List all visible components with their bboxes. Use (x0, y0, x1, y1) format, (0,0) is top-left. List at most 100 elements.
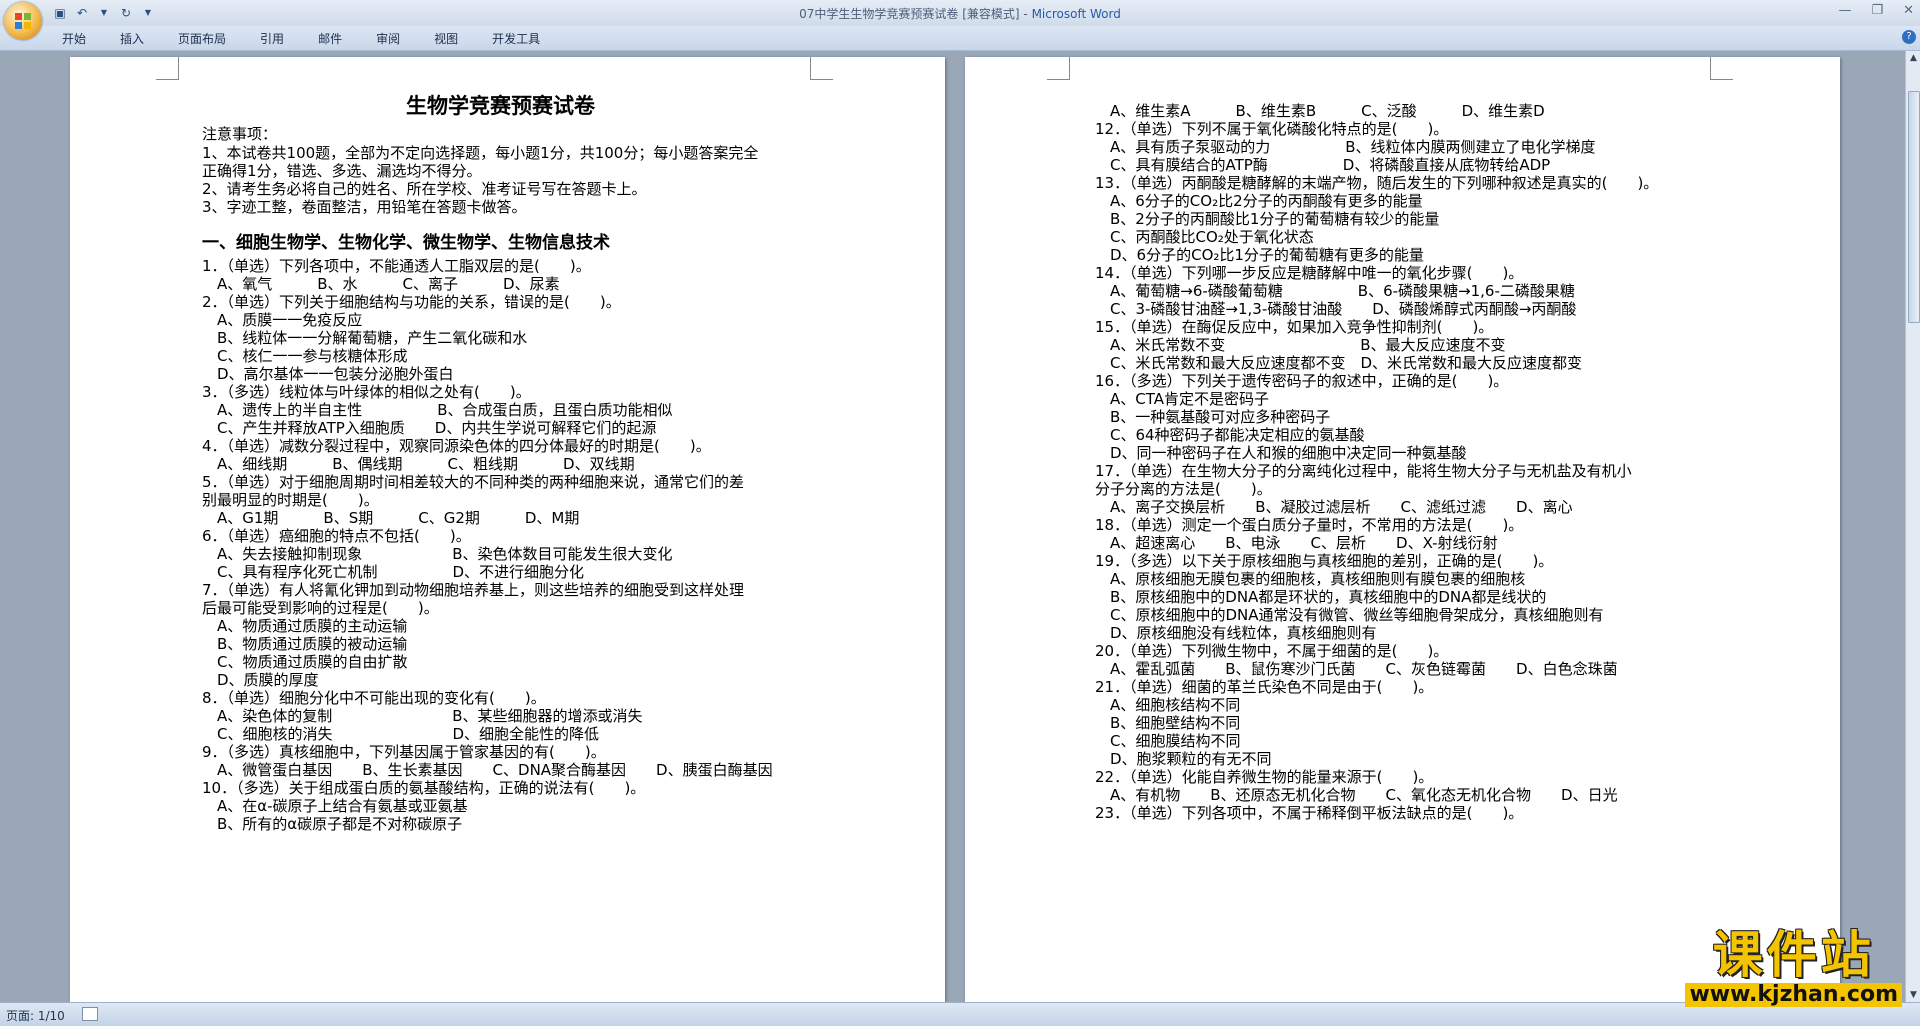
text-line: A、离子交换层析 B、凝胶过滤层析 C、滤纸过滤 D、离心 (1110, 498, 1573, 516)
text-line: 3．（多选）线粒体与叶绿体的相似之处有( )。 (202, 383, 531, 401)
text-line: 2．（单选）下列关于细胞结构与功能的关系，错误的是( )。 (202, 293, 621, 311)
tab-insert[interactable]: 插入 (120, 30, 144, 47)
text-line: 8．（单选）细胞分化中不可能出现的变化有( )。 (202, 689, 546, 707)
text-line: B、物质通过质膜的被动运输 (217, 635, 408, 653)
text-line: C、丙酮酸比CO₂处于氧化状态 (1110, 228, 1314, 246)
text-line: 1．（单选）下列各项中，不能通透人工脂双层的是( )。 (202, 257, 591, 275)
text-line: 13．（单选）丙酮酸是糖酵解的末端产物，随后发生的下列哪种叙述是真实的( )。 (1095, 174, 1659, 192)
text-line: A、具有质子泵驱动的力 B、线粒体内膜两侧建立了电化学梯度 (1110, 138, 1596, 156)
tab-home[interactable]: 开始 (62, 30, 86, 47)
text-line: 7．（单选）有人将氰化钾加到动物细胞培养基上，则这些培养的细胞受到这样处理 (202, 581, 745, 599)
text-line: A、CTA肯定不是密码子 (1110, 390, 1269, 408)
text-line: B、所有的α碳原子都是不对称碳原子 (217, 815, 463, 833)
text-line: 后最可能受到影响的过程是( )。 (202, 599, 439, 617)
text-line: 21．（单选）细菌的革兰氏染色不同是由于( )。 (1095, 678, 1434, 696)
ribbon: 开始 插入 页面布局 引用 邮件 审阅 视图 开发工具 ? (0, 26, 1920, 51)
watermark-text: 课件站 (1712, 925, 1875, 984)
text-line: 4．（单选）减数分裂过程中，观察同源染色体的四分体最好的时期是( )。 (202, 437, 711, 455)
tab-page-layout[interactable]: 页面布局 (178, 30, 226, 47)
tab-developer[interactable]: 开发工具 (492, 30, 540, 47)
text-line: A、原核细胞无膜包裹的细胞核，真核细胞则有膜包裹的细胞核 (1110, 570, 1526, 588)
text-line: D、原核细胞没有线粒体，真核细胞则有 (1110, 624, 1377, 642)
text-line: C、具有膜结合的ATP酶 D、将磷酸直接从底物转给ADP (1110, 156, 1551, 174)
text-line: 20．（单选）下列微生物中，不属于细菌的是( )。 (1095, 642, 1449, 660)
document-page-2[interactable]: A、维生素A B、维生素B C、泛酸 D、维生素D 12．（单选）下列不属于氧化磷… (965, 57, 1840, 1002)
margin-corner-top-right (810, 57, 833, 80)
tab-review[interactable]: 审阅 (376, 30, 400, 47)
margin-corner-top-right (1710, 57, 1733, 80)
window-controls: — ❐ ✕ (1838, 3, 1914, 18)
text-line: 2、请考生务必将自己的姓名、所在学校、准考证号写在答题卡上。 (202, 180, 647, 198)
text-line: 18．（单选）测定一个蛋白质分子量时，不常用的方法是( )。 (1095, 516, 1524, 534)
watermark-url: www.kjzhan.com (1685, 983, 1902, 1007)
office-logo-icon (15, 13, 31, 29)
office-button[interactable] (4, 2, 42, 40)
watermark-logo: 课件站 www.kjzhan.com (1685, 927, 1902, 1007)
text-line: 6．（单选）癌细胞的特点不包括( )。 (202, 527, 471, 545)
document-title: 07中学生生物学竞赛预赛试卷 [兼容模式] - (799, 7, 1032, 21)
text-line: B、线粒体一一分解葡萄糖，产生二氧化碳和水 (217, 329, 528, 347)
text-line: A、G1期 B、S期 C、G2期 D、M期 (217, 509, 580, 527)
text-line: A、氧气 B、水 C、离子 D、尿素 (217, 275, 560, 293)
scroll-thumb[interactable] (1908, 91, 1920, 323)
text-line: 一、细胞生物学、生物化学、微生物学、生物信息技术 (202, 233, 610, 253)
text-line: A、有机物 B、还原态无机化合物 C、氧化态无机化合物 D、日光 (1110, 786, 1618, 804)
window-title: 07中学生生物学竞赛预赛试卷 [兼容模式] - Microsoft Word (0, 5, 1920, 22)
status-bar: 页面: 1/10 (0, 1002, 1920, 1026)
maximize-icon[interactable]: ❐ (1871, 3, 1883, 18)
text-line: A、细线期 B、偶线期 C、粗线期 D、双线期 (217, 455, 635, 473)
text-line: 22．（单选）化能自养微生物的能量来源于( )。 (1095, 768, 1434, 786)
text-line: D、质膜的厚度 (217, 671, 319, 689)
text-line: 19．（多选）以下关于原核细胞与真核细胞的差别，正确的是( )。 (1095, 552, 1554, 570)
text-line: A、超速离心 B、电泳 C、层析 D、X-射线衍射 (1110, 534, 1498, 552)
text-line: 10．（多选）关于组成蛋白质的氨基酸结构，正确的说法有( )。 (202, 779, 646, 797)
proofing-icon[interactable] (82, 1007, 98, 1021)
tab-references[interactable]: 引用 (260, 30, 284, 47)
vertical-scrollbar[interactable]: ▲ ▼ (1905, 51, 1920, 1002)
scroll-down-icon[interactable]: ▼ (1906, 988, 1920, 1002)
text-line: A、物质通过质膜的主动运输 (217, 617, 408, 635)
text-line: C、原核细胞中的DNA通常没有微管、微丝等细胞骨架成分，真核细胞则有 (1110, 606, 1604, 624)
text-line: A、维生素A B、维生素B C、泛酸 D、维生素D (1110, 102, 1545, 120)
text-line: B、2分子的丙酮酸比1分子的葡萄糖有较少的能量 (1110, 210, 1440, 228)
text-line: C、产生并释放ATP入细胞质 D、内共生学说可解释它们的起源 (217, 419, 657, 437)
page-indicator[interactable]: 页面: 1/10 (6, 1007, 65, 1024)
app-name: Microsoft Word (1031, 7, 1121, 21)
text-line: A、质膜一一免疫反应 (217, 311, 363, 329)
scroll-up-icon[interactable]: ▲ (1906, 51, 1920, 65)
text-line: B、细胞壁结构不同 (1110, 714, 1241, 732)
text-line: C、细胞膜结构不同 (1110, 732, 1241, 750)
text-line: 3、字迹工整，卷面整洁，用铅笔在答题卡做答。 (202, 198, 527, 216)
text-line: 16．（多选）下列关于遗传密码子的叙述中，正确的是( )。 (1095, 372, 1509, 390)
text-line: D、6分子的CO₂比1分子的葡萄糖有更多的能量 (1110, 246, 1424, 264)
text-line: D、胞浆颗粒的有无不同 (1110, 750, 1272, 768)
text-line: 5．（单选）对于细胞周期时间相差较大的不同种类的两种细胞来说，通常它们的差 (202, 473, 745, 491)
tab-view[interactable]: 视图 (434, 30, 458, 47)
text-line: 正确得1分，错选、多选、漏选均不得分。 (202, 162, 482, 180)
margin-corner-top-left (1047, 57, 1070, 80)
text-line: 17．（单选）在生物大分子的分离纯化过程中，能将生物大分子与无机盐及有机小 (1095, 462, 1632, 480)
text-line: 14．（单选）下列哪一步反应是糖酵解中唯一的氧化步骤( )。 (1095, 264, 1524, 282)
title-bar: ▣ ↶ ▼ ↻ ▼ 07中学生生物学竞赛预赛试卷 [兼容模式] - Micros… (0, 0, 1920, 27)
ribbon-tabs: 开始 插入 页面布局 引用 邮件 审阅 视图 开发工具 (62, 30, 540, 47)
document-page-1[interactable]: 生物学竞赛预赛试卷注意事项： 1、本试卷共100题，全部为不定向选择题，每小题1分… (70, 57, 945, 1002)
close-icon[interactable]: ✕ (1903, 3, 1914, 18)
text-line: A、6分子的CO₂比2分子的丙酮酸有更多的能量 (1110, 192, 1423, 210)
margin-corner-top-left (156, 57, 179, 80)
help-icon[interactable]: ? (1902, 30, 1916, 44)
text-line: A、遗传上的半自主性 B、合成蛋白质，且蛋白质功能相似 (217, 401, 673, 419)
minimize-icon[interactable]: — (1838, 3, 1851, 18)
text-line: A、染色体的复制 B、某些细胞器的增添或消失 (217, 707, 643, 725)
text-line: C、米氏常数和最大反应速度都不变 D、米氏常数和最大反应速度都变 (1110, 354, 1583, 372)
text-line: 23．（单选）下列各项中，不属于稀释倒平板法缺点的是( )。 (1095, 804, 1524, 822)
text-line: 注意事项： (202, 125, 278, 143)
text-line: A、失去接触抑制现象 B、染色体数目可能发生很大变化 (217, 545, 673, 563)
text-line: 1、本试卷共100题，全部为不定向选择题，每小题1分，共100分；每小题答案完全 (202, 144, 759, 162)
text-line: 生物学竞赛预赛试卷 (406, 94, 595, 118)
text-line: A、葡萄糖→6-磷酸葡萄糖 B、6-磷酸果糖→1,6-二磷酸果糖 (1110, 282, 1575, 300)
text-line: C、64种密码子都能决定相应的氨基酸 (1110, 426, 1365, 444)
text-line: 别最明显的时期是( )。 (202, 491, 379, 509)
tab-mailings[interactable]: 邮件 (318, 30, 342, 47)
text-line: B、一种氨基酸可对应多种密码子 (1110, 408, 1331, 426)
text-line: D、同一种密码子在人和猴的细胞中决定同一种氨基酸 (1110, 444, 1467, 462)
